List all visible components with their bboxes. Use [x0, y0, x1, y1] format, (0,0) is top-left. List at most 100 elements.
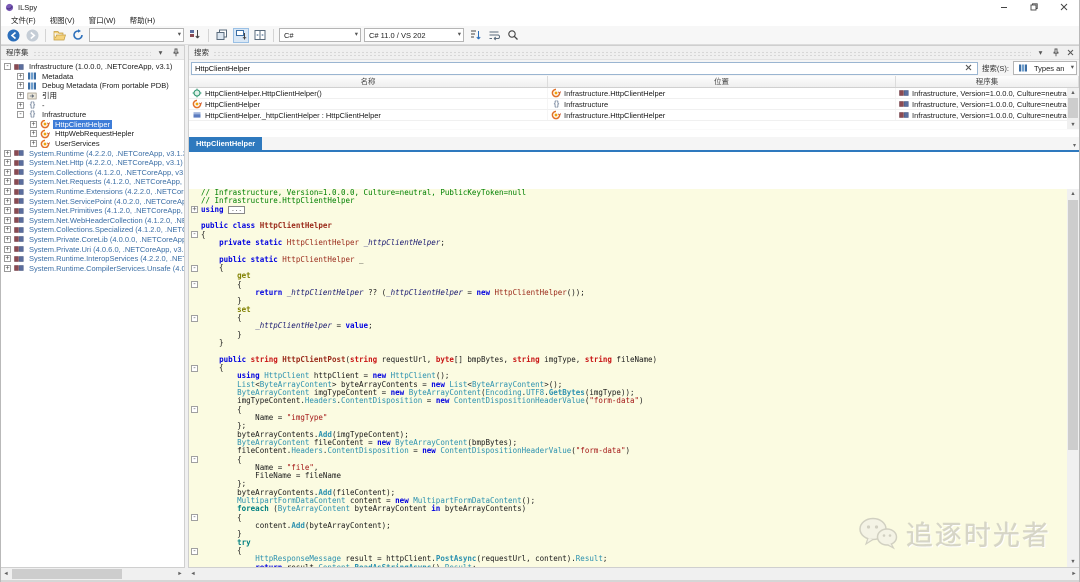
- scroll-up-icon[interactable]: ▲: [1067, 88, 1079, 97]
- expand-icon[interactable]: +: [4, 217, 11, 224]
- assemblies-tree[interactable]: -Infrastructure (1.0.0.0, .NETCoreApp, v…: [1, 60, 184, 567]
- pane-menu-chevron-icon[interactable]: ▾: [1035, 47, 1046, 58]
- tree-item[interactable]: -{ }Infrastructure: [1, 110, 184, 120]
- tree-item[interactable]: +HttpWebRequestHepler: [1, 129, 184, 139]
- navigate-forward-button[interactable]: [24, 28, 40, 43]
- fold-collapse-icon[interactable]: -: [191, 456, 198, 463]
- expand-icon[interactable]: +: [4, 226, 11, 233]
- tree-item[interactable]: +System.Runtime.CompilerServices.Unsafe …: [1, 263, 184, 273]
- fold-expand-icon[interactable]: +: [191, 206, 198, 213]
- tree-item[interactable]: +Debug Metadata (From portable PDB): [1, 81, 184, 91]
- expand-icon[interactable]: +: [17, 82, 24, 89]
- scroll-up-icon[interactable]: ▲: [1067, 189, 1079, 199]
- collapse-icon[interactable]: -: [17, 111, 24, 118]
- fold-collapse-icon[interactable]: -: [191, 406, 198, 413]
- tree-item[interactable]: +System.Net.Requests (4.1.2.0, .NETCoreA…: [1, 177, 184, 187]
- tree-item[interactable]: +UserServices: [1, 139, 184, 149]
- tree-item[interactable]: +System.Net.Http (4.2.2.0, .NETCoreApp, …: [1, 158, 184, 168]
- expand-icon[interactable]: +: [4, 265, 11, 272]
- clone-tab-button[interactable]: [214, 28, 230, 43]
- expand-icon[interactable]: +: [4, 159, 11, 166]
- expand-icon[interactable]: +: [4, 188, 11, 195]
- menu-item[interactable]: 帮助(H): [124, 15, 161, 26]
- collapse-icon[interactable]: -: [4, 63, 11, 70]
- open-file-button[interactable]: [51, 28, 67, 43]
- tree-item[interactable]: +引用: [1, 91, 184, 101]
- clear-search-icon[interactable]: [964, 64, 974, 73]
- tree-item[interactable]: +System.Runtime.InteropServices (4.2.2.0…: [1, 254, 184, 264]
- refresh-button[interactable]: [70, 28, 86, 43]
- scroll-left-icon[interactable]: ◄: [1, 568, 11, 580]
- expand-icon[interactable]: +: [17, 92, 24, 99]
- close-button[interactable]: [1049, 0, 1079, 14]
- tree-item[interactable]: +System.Runtime.Extensions (4.2.2.0, .NE…: [1, 187, 184, 197]
- menu-item[interactable]: 文件(F): [5, 15, 42, 26]
- code-view[interactable]: // Infrastructure, Version=1.0.0.0, Cult…: [189, 189, 1079, 567]
- column-location[interactable]: 位置: [548, 76, 896, 87]
- expand-icon[interactable]: +: [4, 169, 11, 176]
- expand-icon[interactable]: +: [4, 178, 11, 185]
- search-result-row[interactable]: HttpClientHelper.HttpClientHelper()Infra…: [189, 88, 1079, 99]
- fold-collapse-icon[interactable]: -: [191, 514, 198, 521]
- expand-icon[interactable]: +: [30, 121, 37, 128]
- column-name[interactable]: 名称: [189, 76, 548, 87]
- tree-item[interactable]: +System.Runtime (4.2.2.0, .NETCoreApp, v…: [1, 148, 184, 158]
- tree-item[interactable]: +System.Net.Primitives (4.1.2.0, .NETCor…: [1, 206, 184, 216]
- language-combobox[interactable]: C# ▾: [279, 28, 361, 42]
- search-input[interactable]: HttpClientHelper: [191, 62, 978, 75]
- word-wrap-button[interactable]: [486, 28, 502, 43]
- tree-item[interactable]: +{ }-: [1, 100, 184, 110]
- expand-icon[interactable]: +: [4, 255, 11, 262]
- expand-icon[interactable]: +: [17, 102, 24, 109]
- pin-icon[interactable]: [1050, 47, 1061, 58]
- fold-collapse-icon[interactable]: -: [191, 365, 198, 372]
- tree-item[interactable]: +System.Private.Uri (4.0.6.0, .NETCoreAp…: [1, 244, 184, 254]
- search-result-row[interactable]: HttpClientHelper._httpClientHelper : Htt…: [189, 110, 1079, 121]
- expand-icon[interactable]: +: [4, 150, 11, 157]
- close-pane-icon[interactable]: [1065, 47, 1076, 58]
- expand-icon[interactable]: +: [30, 130, 37, 137]
- expand-icon[interactable]: +: [17, 73, 24, 80]
- menu-item[interactable]: 窗口(W): [83, 15, 122, 26]
- column-assembly[interactable]: 程序集: [896, 76, 1079, 87]
- search-button[interactable]: [505, 28, 521, 43]
- expand-icon[interactable]: +: [4, 246, 11, 253]
- fold-collapse-icon[interactable]: -: [191, 265, 198, 272]
- minimize-button[interactable]: [989, 0, 1019, 14]
- tree-item[interactable]: +System.Collections (4.1.2.0, .NETCoreAp…: [1, 168, 184, 178]
- search-result-row[interactable]: HttpClientHelper{ }InfrastructureInfrast…: [189, 99, 1079, 110]
- expand-icon[interactable]: +: [4, 198, 11, 205]
- toggle-search-pane-button[interactable]: [233, 28, 249, 43]
- results-vertical-scrollbar[interactable]: ▲ ▼: [1067, 88, 1079, 129]
- fold-collapse-icon[interactable]: -: [191, 315, 198, 322]
- tree-item[interactable]: +HttpClientHelper: [1, 120, 184, 130]
- pin-icon[interactable]: [170, 47, 181, 58]
- tree-item[interactable]: +Metadata: [1, 72, 184, 82]
- code-vertical-scrollbar[interactable]: ▲ ▼: [1067, 189, 1079, 567]
- tree-item[interactable]: +System.Private.CoreLib (4.0.0.0, .NETCo…: [1, 235, 184, 245]
- navigate-back-button[interactable]: [5, 28, 21, 43]
- pane-menu-chevron-icon[interactable]: ▾: [155, 47, 166, 58]
- scrollbar-thumb[interactable]: [1068, 200, 1078, 450]
- expand-icon[interactable]: +: [30, 140, 37, 147]
- tab-overflow-icon[interactable]: ▾: [1073, 142, 1076, 149]
- scroll-down-icon[interactable]: ▼: [1067, 120, 1079, 129]
- fold-collapse-icon[interactable]: -: [191, 231, 198, 238]
- fold-collapse-icon[interactable]: -: [191, 281, 198, 288]
- tree-item[interactable]: +System.Net.ServicePoint (4.0.2.0, .NETC…: [1, 196, 184, 206]
- expand-icon[interactable]: +: [4, 236, 11, 243]
- scrollbar-thumb[interactable]: [12, 569, 122, 579]
- scroll-down-icon[interactable]: ▼: [1067, 557, 1079, 567]
- tree-item[interactable]: +System.Collections.Specialized (4.1.2.0…: [1, 225, 184, 235]
- tree-item[interactable]: -Infrastructure (1.0.0.0, .NETCoreApp, v…: [1, 62, 184, 72]
- tree-horizontal-scrollbar[interactable]: ◄ ►: [1, 568, 185, 580]
- fold-collapse-icon[interactable]: -: [191, 548, 198, 555]
- scroll-left-icon[interactable]: ◄: [188, 568, 198, 580]
- menu-item[interactable]: 视图(V): [44, 15, 81, 26]
- restore-button[interactable]: [1019, 0, 1049, 14]
- sort-assemblies-button[interactable]: [187, 28, 203, 43]
- sort-members-button[interactable]: [467, 28, 483, 43]
- assembly-list-combobox[interactable]: ▾: [89, 28, 184, 42]
- code-horizontal-scrollbar[interactable]: ◄ ►: [188, 568, 1079, 580]
- collapsed-region-icon[interactable]: ...: [228, 206, 245, 214]
